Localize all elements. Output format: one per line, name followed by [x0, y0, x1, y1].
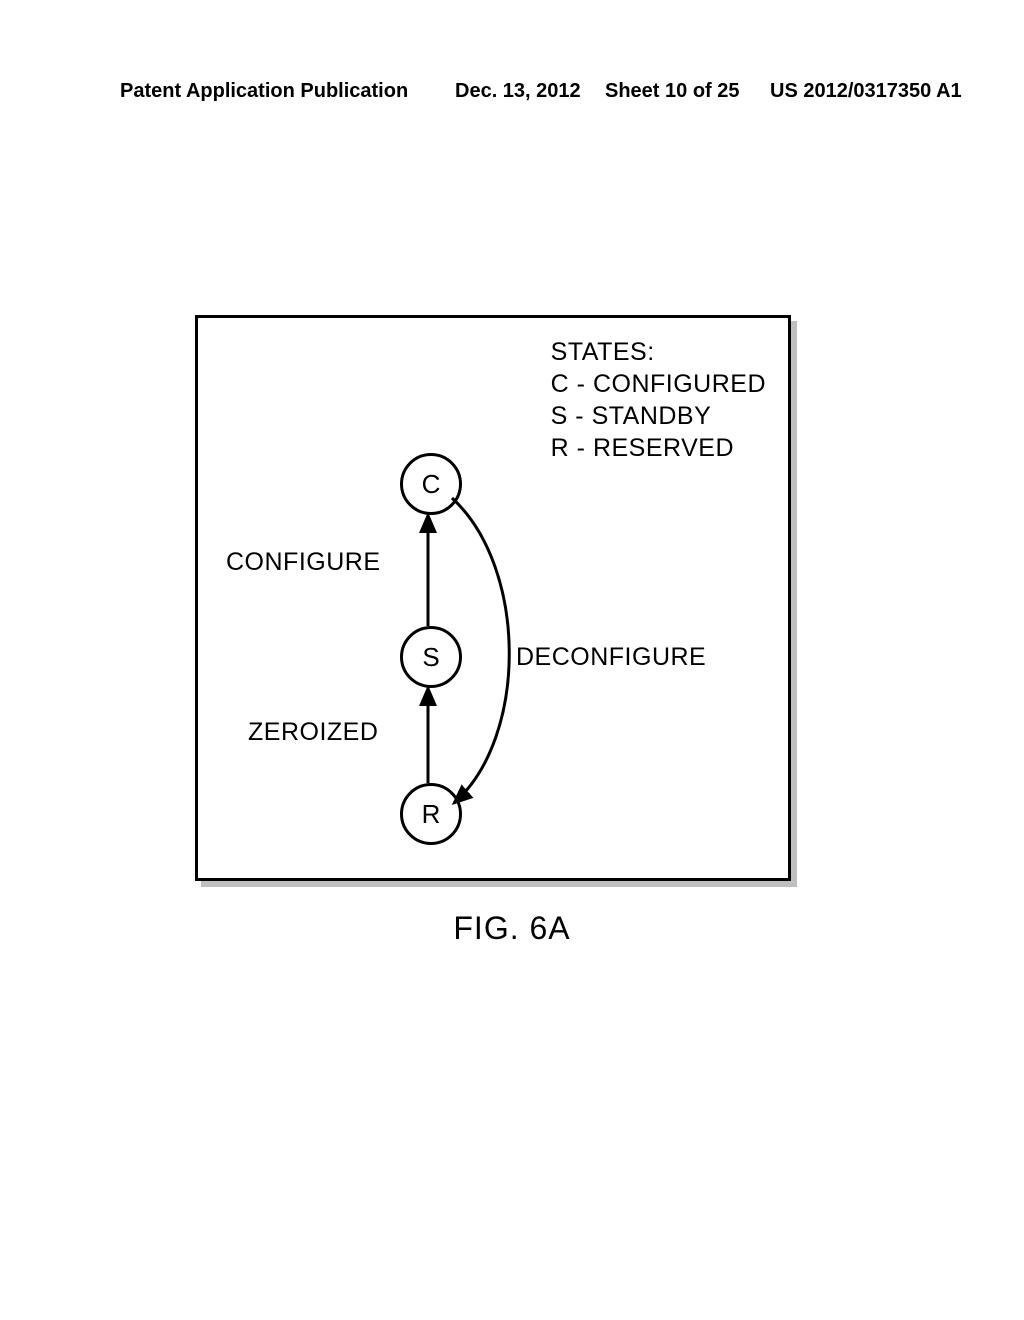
- node-standby: S: [400, 626, 462, 688]
- node-reserved: R: [400, 783, 462, 845]
- page: Patent Application Publication Dec. 13, …: [0, 0, 1024, 1320]
- header-appnum: US 2012/0317350 A1: [770, 80, 962, 103]
- edge-label-zeroized: ZEROIZED: [248, 718, 378, 747]
- header-date: Dec. 13, 2012: [455, 80, 581, 103]
- node-configured: C: [400, 453, 462, 515]
- state-diagram-box: STATES: C - CONFIGURED S - STANDBY R - R…: [195, 315, 791, 881]
- header-sheet: Sheet 10 of 25: [605, 80, 740, 103]
- edge-label-deconfigure: DECONFIGURE: [516, 643, 706, 672]
- figure-label: FIG. 6A: [0, 910, 1024, 947]
- node-r-label: R: [422, 799, 441, 830]
- edge-label-configure: CONFIGURE: [226, 548, 381, 577]
- node-s-label: S: [422, 642, 439, 673]
- header-publication: Patent Application Publication: [120, 80, 408, 103]
- legend-r: R - RESERVED: [551, 432, 766, 464]
- legend: STATES: C - CONFIGURED S - STANDBY R - R…: [551, 336, 766, 464]
- legend-s: S - STANDBY: [551, 400, 766, 432]
- legend-c: C - CONFIGURED: [551, 368, 766, 400]
- legend-title: STATES:: [551, 336, 766, 368]
- node-c-label: C: [422, 469, 441, 500]
